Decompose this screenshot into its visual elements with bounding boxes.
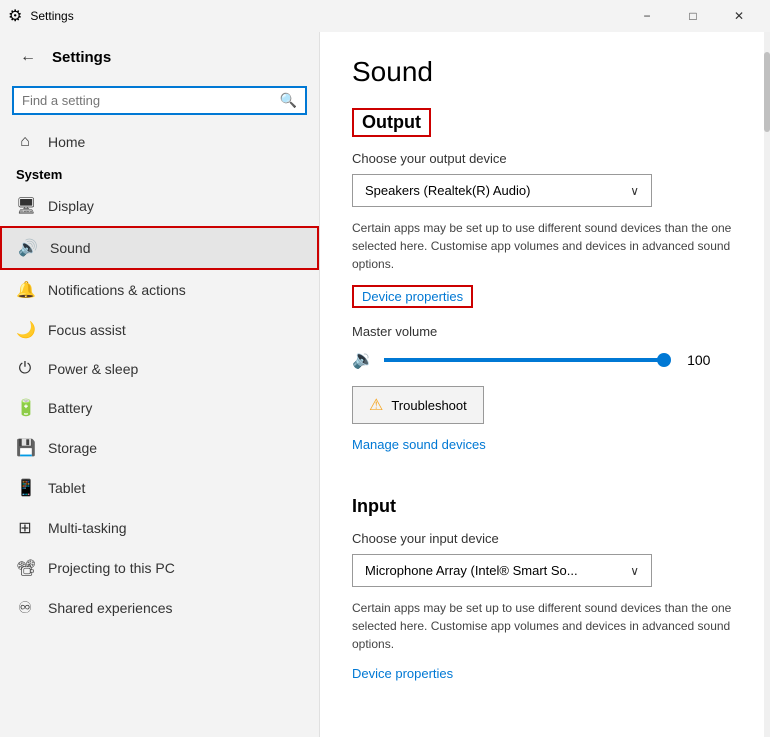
sidebar-item-storage[interactable]: 💾 Storage (0, 428, 319, 468)
output-device-dropdown[interactable]: Speakers (Realtek(R) Audio) ∨ (352, 174, 652, 207)
notifications-icon: 🔔 (16, 280, 34, 300)
sidebar-item-display[interactable]: 🖥 Display (0, 186, 319, 226)
scrollbar-thumb[interactable] (764, 52, 770, 132)
volume-slider-thumb (657, 353, 671, 367)
sidebar-app-title: Settings (52, 49, 111, 66)
sidebar-header: ← Settings (0, 32, 319, 82)
search-box[interactable]: 🔍 (12, 86, 307, 115)
sidebar-item-battery[interactable]: 🔋 Battery (0, 388, 319, 428)
volume-row: 🔉 100 (352, 349, 738, 370)
search-input[interactable] (22, 93, 274, 108)
page-title: Sound (352, 56, 738, 88)
title-bar-title: Settings (30, 9, 73, 23)
sidebar-item-shared[interactable]: ♾ Shared experiences (0, 588, 319, 628)
minimize-button[interactable]: − (624, 0, 670, 32)
sidebar-item-multitasking[interactable]: ⊞ Multi-tasking (0, 508, 319, 548)
sidebar-item-storage-label: Storage (48, 440, 97, 456)
sidebar-item-home-label: Home (48, 134, 85, 150)
sidebar-item-display-label: Display (48, 198, 94, 214)
input-info-text: Certain apps may be set up to use differ… (352, 599, 738, 653)
output-device-value: Speakers (Realtek(R) Audio) (365, 183, 530, 198)
title-bar: ⚙ Settings − □ ✕ (0, 0, 770, 32)
sidebar-item-shared-label: Shared experiences (48, 600, 173, 616)
input-dropdown-arrow: ∨ (630, 564, 639, 578)
main-content: Sound Output Choose your output device S… (320, 32, 770, 737)
output-info-text: Certain apps may be set up to use differ… (352, 219, 738, 273)
sidebar-item-notifications-label: Notifications & actions (48, 282, 186, 298)
manage-sound-devices-link[interactable]: Manage sound devices (352, 437, 486, 452)
sidebar-item-notifications[interactable]: 🔔 Notifications & actions (0, 270, 319, 310)
input-device-properties-link[interactable]: Device properties (352, 666, 453, 681)
warning-icon: ⚠ (369, 395, 383, 415)
input-device-value: Microphone Array (Intel® Smart So... (365, 563, 578, 578)
sound-icon: 🔊 (18, 238, 36, 258)
home-icon: ⌂ (16, 133, 34, 151)
input-section-title: Input (352, 496, 738, 517)
back-button[interactable]: ← (16, 44, 40, 70)
scrollbar-track (764, 32, 770, 737)
sidebar: ← Settings 🔍 ⌂ Home System 🖥 Display 🔊 S… (0, 32, 320, 737)
sidebar-item-power[interactable]: ⏻ Power & sleep (0, 350, 319, 388)
sidebar-item-projecting-label: Projecting to this PC (48, 560, 175, 576)
sidebar-item-sound-label: Sound (50, 240, 90, 256)
title-bar-left: ⚙ Settings (8, 6, 74, 26)
output-section: Output Choose your output device Speaker… (352, 108, 738, 476)
sidebar-item-tablet-label: Tablet (48, 480, 85, 496)
output-dropdown-arrow: ∨ (630, 184, 639, 198)
choose-input-label: Choose your input device (352, 531, 738, 546)
title-bar-controls: − □ ✕ (624, 0, 762, 32)
tablet-icon: 📱 (16, 478, 34, 498)
sidebar-item-sound[interactable]: 🔊 Sound (0, 226, 319, 270)
battery-icon: 🔋 (16, 398, 34, 418)
sidebar-item-focus[interactable]: 🌙 Focus assist (0, 310, 319, 350)
sidebar-item-home[interactable]: ⌂ Home (0, 123, 319, 161)
choose-output-label: Choose your output device (352, 151, 738, 166)
sidebar-item-power-label: Power & sleep (48, 361, 138, 377)
troubleshoot-label: Troubleshoot (391, 398, 466, 413)
volume-slider-track (384, 358, 664, 362)
output-section-header: Output (352, 108, 431, 137)
sidebar-item-tablet[interactable]: 📱 Tablet (0, 468, 319, 508)
master-volume-label: Master volume (352, 324, 738, 339)
output-device-properties-link[interactable]: Device properties (352, 285, 473, 308)
sidebar-item-projecting[interactable]: 📽 Projecting to this PC (0, 548, 319, 588)
sidebar-item-multitasking-label: Multi-tasking (48, 520, 127, 536)
focus-icon: 🌙 (16, 320, 34, 340)
sidebar-item-focus-label: Focus assist (48, 322, 126, 338)
close-button[interactable]: ✕ (716, 0, 762, 32)
volume-speaker-icon: 🔉 (352, 349, 374, 370)
shared-icon: ♾ (16, 598, 34, 618)
sidebar-section-system: System (0, 161, 319, 186)
power-icon: ⏻ (16, 360, 34, 378)
volume-value: 100 (674, 352, 710, 368)
projecting-icon: 📽 (16, 558, 34, 578)
storage-icon: 💾 (16, 438, 34, 458)
search-icon: 🔍 (280, 92, 297, 109)
display-icon: 🖥 (16, 196, 34, 216)
input-device-dropdown[interactable]: Microphone Array (Intel® Smart So... ∨ (352, 554, 652, 587)
multitasking-icon: ⊞ (16, 518, 34, 538)
app-icon: ⚙ (8, 6, 22, 26)
input-section: Input Choose your input device Microphon… (352, 496, 738, 697)
maximize-button[interactable]: □ (670, 0, 716, 32)
sidebar-item-battery-label: Battery (48, 400, 92, 416)
volume-slider-container[interactable] (384, 358, 664, 362)
troubleshoot-button[interactable]: ⚠ Troubleshoot (352, 386, 484, 424)
app-container: ← Settings 🔍 ⌂ Home System 🖥 Display 🔊 S… (0, 32, 770, 737)
